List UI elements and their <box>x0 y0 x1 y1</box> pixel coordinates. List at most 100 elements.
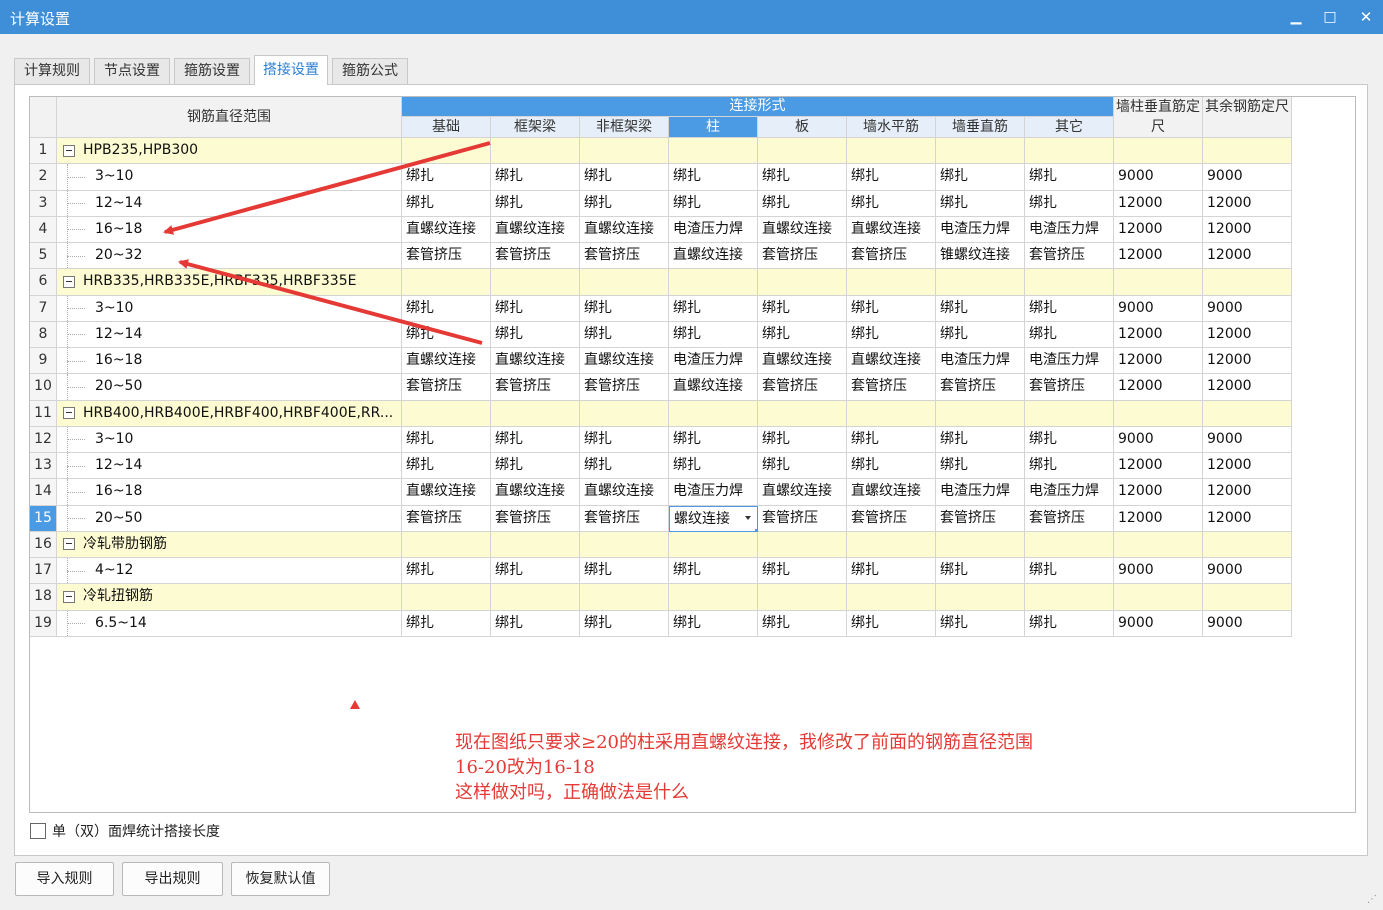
connection-cell[interactable]: 绑扎 <box>580 453 669 480</box>
connection-cell[interactable]: 绑扎 <box>936 558 1025 585</box>
length-cell[interactable]: 12000 <box>1203 190 1292 217</box>
length-cell[interactable]: 12000 <box>1114 190 1203 217</box>
row-number[interactable]: 2 <box>30 164 57 191</box>
connection-cell[interactable]: 套管挤压 <box>758 505 847 532</box>
maximize-icon[interactable]: □ <box>1319 6 1341 28</box>
collapse-icon[interactable] <box>63 538 75 551</box>
length-cell[interactable]: 12000 <box>1203 348 1292 375</box>
connection-cell[interactable]: 直螺纹连接 <box>580 479 669 506</box>
connection-cell[interactable]: 绑扎 <box>1025 190 1114 217</box>
connection-cell[interactable]: 绑扎 <box>580 426 669 453</box>
connection-cell[interactable]: 直螺纹连接 <box>669 374 758 401</box>
length-cell[interactable]: 12000 <box>1203 374 1292 401</box>
connection-cell[interactable]: 套管挤压 <box>847 374 936 401</box>
connection-cell[interactable]: 绑扎 <box>847 321 936 348</box>
connection-cell[interactable]: 绑扎 <box>758 426 847 453</box>
length-cell[interactable]: 9000 <box>1114 164 1203 191</box>
connection-cell[interactable]: 电渣压力焊 <box>1025 348 1114 375</box>
collapse-icon[interactable] <box>63 590 75 603</box>
connection-cell[interactable]: 绑扎 <box>402 426 491 453</box>
connection-cell[interactable]: 直螺纹连接 <box>580 216 669 243</box>
length-cell[interactable]: 9000 <box>1203 164 1292 191</box>
connection-cell[interactable]: 绑扎 <box>847 426 936 453</box>
resize-grip-icon[interactable]: ⋰ <box>1367 894 1379 906</box>
diameter-range-cell[interactable]: 20~50 <box>57 505 402 532</box>
row-number[interactable]: 8 <box>30 321 57 348</box>
connection-cell[interactable]: 绑扎 <box>669 164 758 191</box>
connection-cell[interactable]: 绑扎 <box>669 426 758 453</box>
header-col[interactable]: 墙垂直筋 <box>936 117 1025 138</box>
connection-cell[interactable]: 绑扎 <box>1025 295 1114 322</box>
connection-cell[interactable]: 锥螺纹连接 <box>936 243 1025 270</box>
connection-cell[interactable]: 绑扎 <box>580 558 669 585</box>
connection-cell[interactable]: 套管挤压 <box>847 505 936 532</box>
connection-cell[interactable]: 绑扎 <box>758 190 847 217</box>
length-cell[interactable]: 9000 <box>1114 558 1203 585</box>
row-number[interactable]: 19 <box>30 610 57 637</box>
connection-cell[interactable]: 套管挤压 <box>847 243 936 270</box>
connection-dropdown[interactable]: 螺纹连接 <box>669 505 758 532</box>
connection-cell[interactable]: 绑扎 <box>847 558 936 585</box>
connection-cell[interactable]: 套管挤压 <box>936 374 1025 401</box>
length-cell[interactable]: 9000 <box>1203 610 1292 637</box>
row-number[interactable]: 12 <box>30 426 57 453</box>
connection-cell[interactable]: 电渣压力焊 <box>669 479 758 506</box>
length-cell[interactable]: 12000 <box>1114 321 1203 348</box>
connection-cell[interactable]: 电渣压力焊 <box>1025 479 1114 506</box>
connection-cell[interactable]: 套管挤压 <box>758 374 847 401</box>
connection-cell[interactable]: 直螺纹连接 <box>758 216 847 243</box>
connection-cell[interactable]: 电渣压力焊 <box>936 479 1025 506</box>
connection-cell[interactable]: 绑扎 <box>847 190 936 217</box>
connection-cell[interactable]: 绑扎 <box>669 453 758 480</box>
length-cell[interactable]: 12000 <box>1203 321 1292 348</box>
connection-cell[interactable]: 绑扎 <box>936 426 1025 453</box>
connection-cell[interactable]: 绑扎 <box>758 295 847 322</box>
length-cell[interactable]: 12000 <box>1203 243 1292 270</box>
connection-cell[interactable]: 绑扎 <box>1025 453 1114 480</box>
connection-cell[interactable]: 绑扎 <box>936 164 1025 191</box>
diameter-range-cell[interactable]: 20~50 <box>57 374 402 401</box>
connection-cell[interactable]: 绑扎 <box>1025 610 1114 637</box>
connection-cell[interactable]: 直螺纹连接 <box>758 479 847 506</box>
connection-cell[interactable]: 绑扎 <box>402 321 491 348</box>
connection-cell[interactable]: 直螺纹连接 <box>580 348 669 375</box>
diameter-range-cell[interactable]: 3~10 <box>57 426 402 453</box>
tab-lap-settings[interactable]: 搭接设置 <box>254 55 328 85</box>
connection-cell[interactable]: 电渣压力焊 <box>669 216 758 243</box>
diameter-range-cell[interactable]: 16~18 <box>57 216 402 243</box>
connection-cell[interactable]: 绑扎 <box>758 558 847 585</box>
connection-cell[interactable]: 套管挤压 <box>491 243 580 270</box>
connection-cell[interactable]: 绑扎 <box>847 453 936 480</box>
connection-cell[interactable]: 电渣压力焊 <box>936 216 1025 243</box>
connection-cell[interactable]: 绑扎 <box>669 610 758 637</box>
connection-cell[interactable]: 直螺纹连接 <box>758 348 847 375</box>
header-col[interactable]: 基础 <box>402 117 491 138</box>
length-cell[interactable]: 12000 <box>1203 216 1292 243</box>
connection-cell[interactable]: 绑扎 <box>580 321 669 348</box>
header-col[interactable]: 非框架梁 <box>580 117 669 138</box>
connection-cell[interactable]: 直螺纹连接 <box>491 348 580 375</box>
connection-cell[interactable]: 电渣压力焊 <box>669 348 758 375</box>
row-number[interactable]: 4 <box>30 216 57 243</box>
connection-cell[interactable]: 套管挤压 <box>402 243 491 270</box>
connection-cell[interactable]: 直螺纹连接 <box>402 348 491 375</box>
connection-cell[interactable]: 直螺纹连接 <box>847 479 936 506</box>
diameter-range-cell[interactable]: 12~14 <box>57 190 402 217</box>
length-cell[interactable]: 12000 <box>1203 505 1292 532</box>
diameter-range-cell[interactable]: 16~18 <box>57 348 402 375</box>
connection-cell[interactable]: 绑扎 <box>402 610 491 637</box>
row-number[interactable]: 1 <box>30 138 57 165</box>
tab-node-settings[interactable]: 节点设置 <box>94 58 170 84</box>
connection-cell[interactable]: 套管挤压 <box>580 374 669 401</box>
connection-cell[interactable]: 绑扎 <box>491 295 580 322</box>
connection-cell[interactable]: 直螺纹连接 <box>669 243 758 270</box>
connection-cell[interactable]: 绑扎 <box>580 295 669 322</box>
connection-cell[interactable]: 绑扎 <box>758 321 847 348</box>
connection-cell[interactable]: 直螺纹连接 <box>491 216 580 243</box>
connection-cell[interactable]: 绑扎 <box>847 610 936 637</box>
connection-cell[interactable]: 绑扎 <box>847 164 936 191</box>
diameter-range-cell[interactable]: 3~10 <box>57 164 402 191</box>
row-number[interactable]: 7 <box>30 295 57 322</box>
connection-cell[interactable]: 绑扎 <box>758 610 847 637</box>
connection-cell[interactable]: 绑扎 <box>580 164 669 191</box>
